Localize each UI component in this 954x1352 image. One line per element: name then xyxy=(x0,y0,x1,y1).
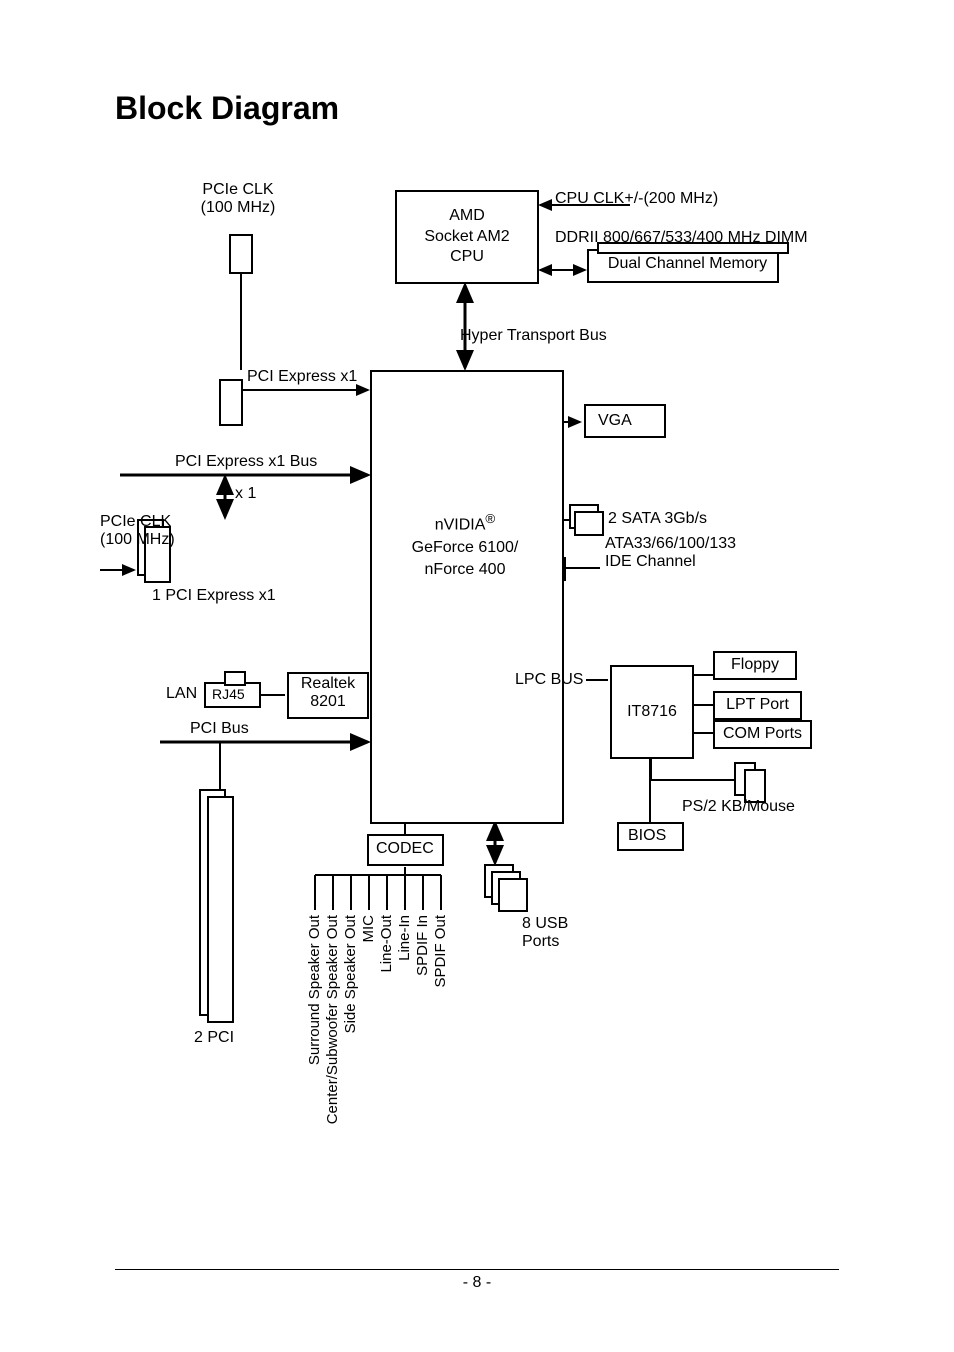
cpu-l1: AMD xyxy=(449,206,485,227)
floppy-box: Floppy xyxy=(713,651,797,680)
audio-spdifout: SPDIF Out xyxy=(432,915,449,988)
audio-linein: Line-In xyxy=(396,915,413,961)
pcie-x1-top-label: PCI Express x1 xyxy=(247,368,357,386)
usb-label: 8 USBPorts xyxy=(522,915,568,951)
com-box: COM Ports xyxy=(713,720,812,749)
audio-side: Side Speaker Out xyxy=(342,915,359,1033)
pci-count-label: 2 PCI xyxy=(194,1029,234,1047)
pcie-x1-bus-label: PCI Express x1 Bus xyxy=(175,453,317,471)
pcie-x1-bottom-label: 1 PCI Express x1 xyxy=(152,587,276,605)
footer-rule xyxy=(115,1269,839,1270)
ht-bus-label: Hyper Transport Bus xyxy=(460,327,607,345)
sata-label: 2 SATA 3Gb/s xyxy=(608,510,707,528)
page-title: Block Diagram xyxy=(115,90,339,127)
chipset-label: nVIDIA® GeForce 6100/ nForce 400 xyxy=(385,510,545,582)
it8716-block: IT8716 xyxy=(610,665,694,759)
rj45-label: RJ45 xyxy=(212,686,245,702)
block-diagram: AMD Socket AM2 CPU nVIDIA® GeForce 6100/… xyxy=(100,175,820,1135)
lpt-box: LPT Port xyxy=(713,691,802,720)
cpu-l3: CPU xyxy=(450,247,484,268)
dual-mem-label: Dual Channel Memory xyxy=(600,255,775,273)
pcie-clk-label: PCIe CLK(100 MHz) xyxy=(178,181,298,217)
cpu-clk-label: CPU CLK+/-(200 MHz) xyxy=(555,190,718,208)
lpc-label: LPC BUS xyxy=(515,671,583,689)
ide-label: ATA33/66/100/133IDE Channel xyxy=(605,535,736,571)
audio-mic: MIC xyxy=(360,915,377,943)
cpu-l2: Socket AM2 xyxy=(424,227,509,248)
vga-label: VGA xyxy=(598,412,632,430)
x1-label: x 1 xyxy=(235,485,256,503)
ddr-label: DDRII 800/667/533/400 MHz DIMM xyxy=(555,229,808,247)
pcie-clk2-label: PCIe CLK(100 MHz) xyxy=(100,513,190,549)
lan-label: LAN xyxy=(166,685,197,703)
pci-bus-label: PCI Bus xyxy=(190,720,249,738)
ps2-label: PS/2 KB/Mouse xyxy=(682,798,795,816)
bios-label: BIOS xyxy=(628,827,666,845)
audio-lineout: Line-Out xyxy=(378,915,395,973)
audio-center: Center/Subwoofer Speaker Out xyxy=(324,915,341,1124)
chipset-block xyxy=(370,370,564,824)
page-number: - 8 - xyxy=(0,1274,954,1292)
codec-label: CODEC xyxy=(376,840,434,858)
realtek-label: Realtek8201 xyxy=(298,675,358,711)
audio-surround: Surround Speaker Out xyxy=(306,915,323,1065)
audio-spdifin: SPDIF In xyxy=(414,915,431,976)
cpu-block: AMD Socket AM2 CPU xyxy=(395,190,539,284)
